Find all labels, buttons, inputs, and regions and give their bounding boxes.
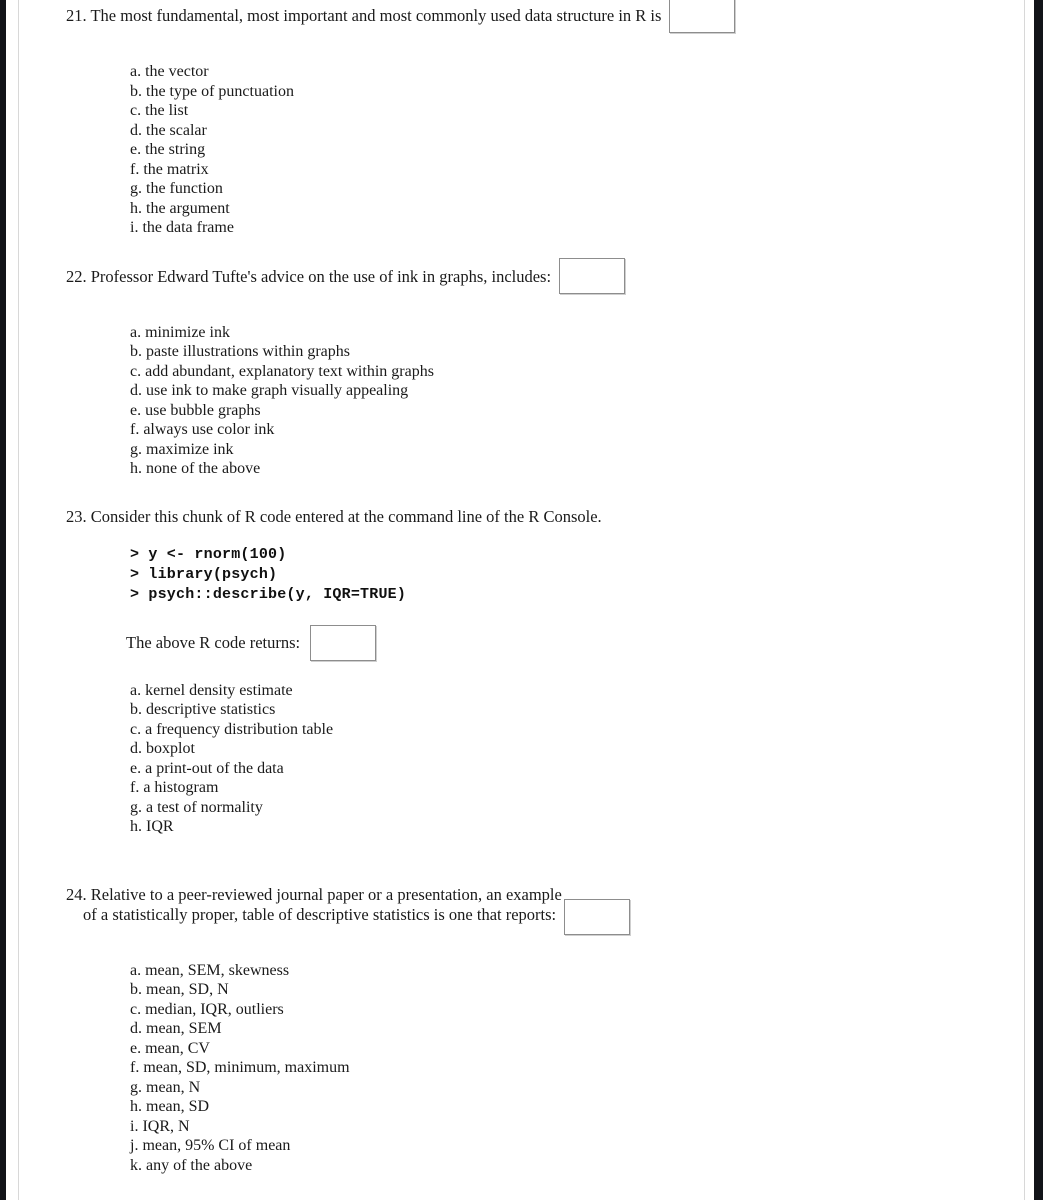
option-item[interactable]: h. none of the above (130, 459, 826, 479)
option-item[interactable]: d. the scalar (130, 121, 826, 141)
option-item[interactable]: f. the matrix (130, 160, 826, 180)
question-23-returns-label: The above R code returns: (126, 632, 301, 652)
question-23-answer-box[interactable] (310, 624, 377, 661)
option-item[interactable]: b. descriptive statistics (130, 700, 826, 720)
question-21-options: a. the vector b. the type of punctuation… (130, 62, 826, 238)
option-item[interactable]: a. mean, SEM, skewness (130, 961, 826, 981)
option-item[interactable]: b. paste illustrations within graphs (130, 342, 826, 362)
option-item[interactable]: g. mean, N (130, 1078, 826, 1098)
option-item[interactable]: a. the vector (130, 62, 826, 82)
code-line: > psych::describe(y, IQR=TRUE) (130, 585, 407, 603)
question-21-prompt: 21. The most fundamental, most important… (66, 6, 662, 25)
option-item[interactable]: a. minimize ink (130, 323, 826, 343)
option-item[interactable]: e. use bubble graphs (130, 401, 826, 421)
option-item[interactable]: b. the type of punctuation (130, 82, 826, 102)
option-item[interactable]: i. the data frame (130, 218, 826, 238)
option-item[interactable]: f. always use color ink (130, 420, 826, 440)
question-22: 22. Professor Edward Tufte's advice on t… (66, 257, 826, 479)
question-22-answer-box[interactable] (559, 257, 626, 294)
scan-edge-left (0, 0, 6, 1200)
question-21-answer-box[interactable] (669, 0, 736, 33)
scan-hairline-left (18, 0, 19, 1200)
question-24-answer-box[interactable] (564, 898, 631, 935)
option-item[interactable]: k. any of the above (130, 1156, 826, 1176)
option-item[interactable]: i. IQR, N (130, 1117, 826, 1137)
r-code-block: > y <- rnorm(100) > library(psych) > psy… (130, 545, 826, 605)
question-24-options: a. mean, SEM, skewness b. mean, SD, N c.… (130, 961, 826, 1176)
question-24-prompt-row-1: 24. Relative to a peer-reviewed journal … (66, 885, 826, 905)
option-item[interactable]: c. median, IQR, outliers (130, 1000, 826, 1020)
question-22-options: a. minimize ink b. paste illustrations w… (130, 323, 826, 479)
question-24-prompt-line-1: 24. Relative to a peer-reviewed journal … (66, 884, 562, 904)
option-item[interactable]: g. a test of normality (130, 798, 826, 818)
code-line: > y <- rnorm(100) (130, 545, 287, 563)
option-item[interactable]: d. boxplot (130, 739, 826, 759)
question-24: 24. Relative to a peer-reviewed journal … (66, 885, 826, 1176)
option-item[interactable]: a. kernel density estimate (130, 681, 826, 701)
scan-edge-right (1034, 0, 1043, 1200)
question-22-prompt-row: 22. Professor Edward Tufte's advice on t… (66, 257, 826, 303)
option-item[interactable]: g. the function (130, 179, 826, 199)
scan-hairline-right (1024, 0, 1025, 1200)
option-item[interactable]: c. a frequency distribution table (130, 720, 826, 740)
question-24-prompt-row-2: of a statistically proper, table of desc… (66, 898, 826, 941)
option-item[interactable]: f. mean, SD, minimum, maximum (130, 1058, 826, 1078)
option-item[interactable]: e. the string (130, 140, 826, 160)
option-item[interactable]: h. IQR (130, 817, 826, 837)
option-item[interactable]: c. the list (130, 101, 826, 121)
option-item[interactable]: d. mean, SEM (130, 1019, 826, 1039)
document-page: 21. The most fundamental, most important… (0, 0, 1043, 1200)
option-item[interactable]: b. mean, SD, N (130, 980, 826, 1000)
option-item[interactable]: e. mean, CV (130, 1039, 826, 1059)
question-22-prompt: 22. Professor Edward Tufte's advice on t… (66, 266, 552, 286)
question-23-options: a. kernel density estimate b. descriptiv… (130, 681, 826, 837)
option-item[interactable]: g. maximize ink (130, 440, 826, 460)
page-content: 21. The most fundamental, most important… (66, 0, 826, 1176)
code-line: > library(psych) (130, 565, 278, 583)
question-23: 23. Consider this chunk of R code entere… (66, 507, 826, 837)
question-24-prompt-line-2: of a statistically proper, table of desc… (83, 904, 557, 924)
option-item[interactable]: j. mean, 95% CI of mean (130, 1136, 826, 1156)
question-21-prompt-row: 21. The most fundamental, most important… (66, 0, 826, 42)
option-item[interactable]: c. add abundant, explanatory text within… (130, 362, 826, 382)
option-item[interactable]: d. use ink to make graph visually appeal… (130, 381, 826, 401)
option-item[interactable]: e. a print-out of the data (130, 759, 826, 779)
question-23-prompt: 23. Consider this chunk of R code entere… (66, 506, 602, 526)
question-23-returns-row: The above R code returns: (126, 624, 826, 661)
option-item[interactable]: h. the argument (130, 199, 826, 219)
question-21: 21. The most fundamental, most important… (66, 0, 826, 238)
option-item[interactable]: f. a histogram (130, 778, 826, 798)
option-item[interactable]: h. mean, SD (130, 1097, 826, 1117)
question-23-prompt-row: 23. Consider this chunk of R code entere… (66, 507, 826, 527)
